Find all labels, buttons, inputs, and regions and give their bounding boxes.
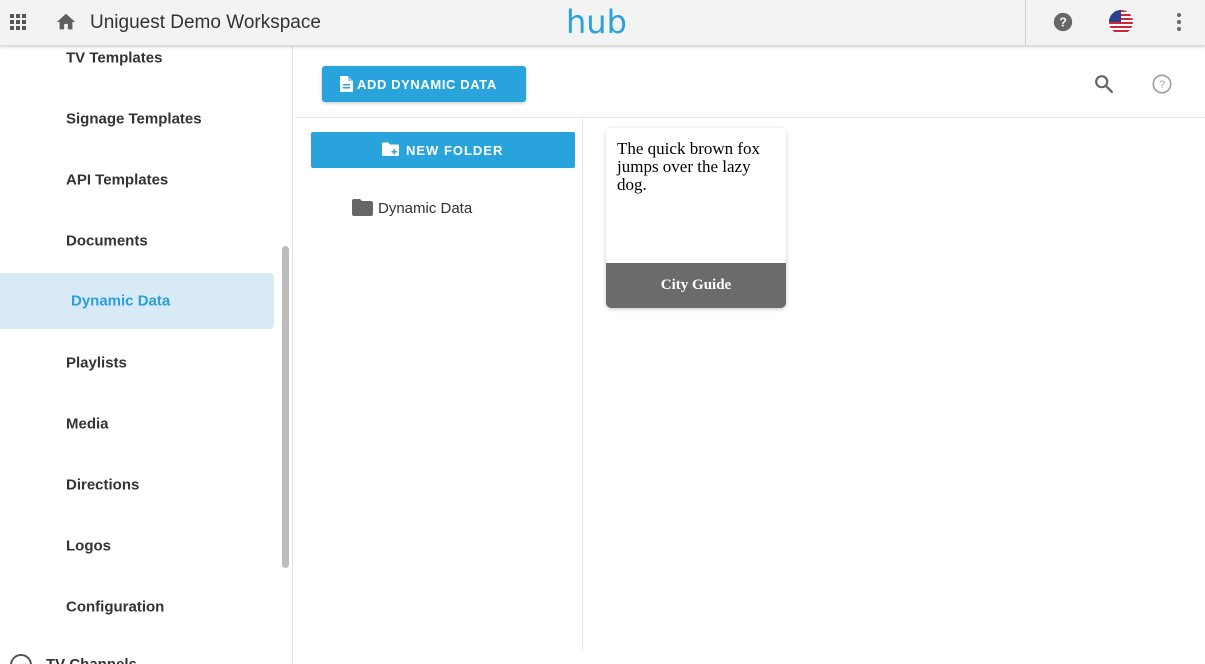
- document-icon: [340, 76, 353, 92]
- sidebar-item-label: Directions: [66, 476, 140, 494]
- sidebar-item-api-templates[interactable]: API Templates: [0, 152, 274, 208]
- sidebar-item-logos[interactable]: Logos: [0, 518, 274, 574]
- hub-logo[interactable]: hub: [566, 3, 636, 41]
- new-folder-button[interactable]: NEW FOLDER: [311, 132, 575, 168]
- sidebar-item-documents[interactable]: Documents: [0, 213, 274, 269]
- home-icon[interactable]: [55, 11, 77, 33]
- sidebar: TV Templates Signage Templates API Templ…: [0, 46, 293, 664]
- workspace-title: Uniguest Demo Workspace: [90, 12, 321, 33]
- svg-text:?: ?: [1059, 15, 1067, 30]
- sidebar-item-tv-templates[interactable]: TV Templates: [0, 46, 274, 86]
- sidebar-item-signage-templates[interactable]: Signage Templates: [0, 91, 274, 147]
- dynamic-data-card[interactable]: The quick brown fox jumps over the lazy …: [606, 128, 786, 308]
- sidebar-item-label: TV Channels: [46, 656, 137, 664]
- us-flag-icon[interactable]: [1109, 10, 1133, 34]
- sidebar-item-label: Documents: [66, 232, 148, 250]
- sidebar-item-directions[interactable]: Directions: [0, 457, 274, 513]
- sidebar-item-dynamic-data[interactable]: Dynamic Data: [0, 273, 274, 329]
- sidebar-item-label: Media: [66, 415, 109, 433]
- sidebar-item-label: API Templates: [66, 171, 169, 189]
- sidebar-item-label: Dynamic Data: [71, 292, 171, 310]
- card-preview-text: The quick brown fox jumps over the lazy …: [617, 139, 761, 194]
- tv-channels-icon: [10, 654, 32, 664]
- sidebar-item-label: TV Templates: [66, 49, 163, 67]
- sidebar-item-playlists[interactable]: Playlists: [0, 335, 274, 391]
- help-icon[interactable]: ?: [1052, 11, 1074, 33]
- more-vert-icon[interactable]: [1170, 11, 1188, 33]
- new-folder-icon: [382, 142, 399, 156]
- card-title: City Guide: [606, 263, 786, 308]
- sidebar-scrollbar[interactable]: [282, 246, 289, 568]
- sidebar-item-media[interactable]: Media: [0, 396, 274, 452]
- toolbar-divider: [294, 117, 1205, 118]
- help-outline-icon[interactable]: ?: [1151, 73, 1173, 95]
- sidebar-item-label: Configuration: [66, 598, 165, 616]
- search-icon[interactable]: [1093, 73, 1115, 95]
- folder-icon: [352, 199, 373, 216]
- folder-panel-divider: [582, 118, 583, 650]
- top-bar: Uniguest Demo Workspace hub ?: [0, 0, 1205, 46]
- svg-text:?: ?: [1159, 79, 1165, 91]
- add-dynamic-data-button[interactable]: ADD DYNAMIC DATA: [322, 66, 526, 102]
- sidebar-item-label: Playlists: [66, 354, 127, 372]
- sidebar-item-label: Signage Templates: [66, 110, 202, 128]
- folder-item-label: Dynamic Data: [378, 200, 473, 217]
- sidebar-item-tv-channels[interactable]: TV Channels: [10, 654, 137, 664]
- sidebar-item-label: Logos: [66, 537, 111, 555]
- topbar-divider: [1025, 0, 1026, 46]
- sidebar-item-configuration[interactable]: Configuration: [0, 579, 274, 635]
- add-dynamic-data-label: ADD DYNAMIC DATA: [357, 77, 497, 92]
- apps-grid-icon[interactable]: [8, 12, 28, 32]
- new-folder-label: NEW FOLDER: [406, 143, 504, 158]
- folder-item-dynamic-data[interactable]: Dynamic Data: [352, 199, 472, 219]
